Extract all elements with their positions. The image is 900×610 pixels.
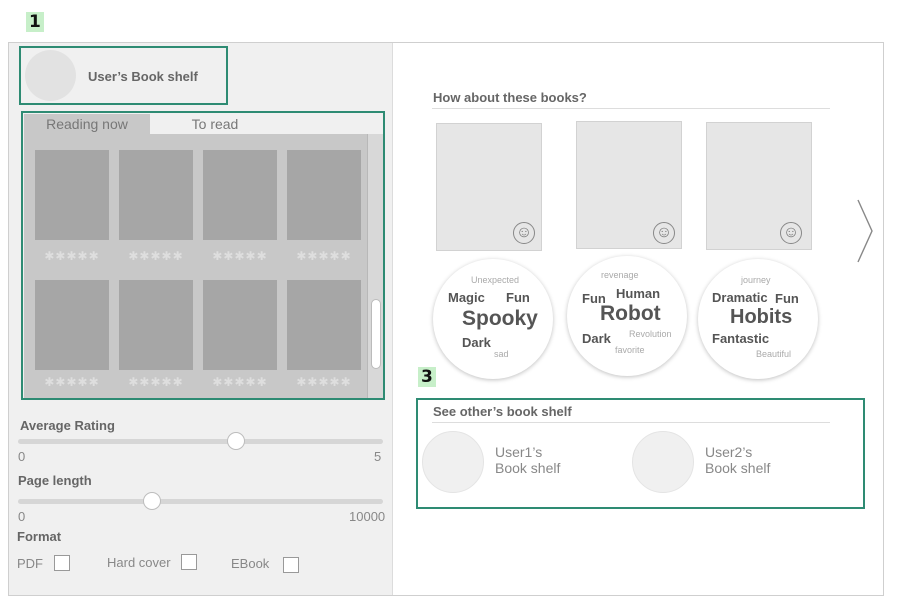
length-min: 0 — [18, 509, 26, 524]
user1-shelf-label: Book shelf — [495, 460, 561, 476]
ebook-checkbox[interactable] — [283, 557, 299, 573]
user1-name: User1’s — [495, 444, 543, 460]
length-slider-track[interactable] — [18, 499, 383, 504]
annotation-1: 1 — [26, 12, 44, 32]
smiley-icon[interactable]: ☺ — [780, 222, 802, 244]
user1-shelf-link[interactable]: User1’s Book shelf — [495, 444, 560, 476]
pdf-checkbox[interactable] — [54, 555, 70, 571]
rating-max: 5 — [374, 449, 382, 464]
cloud-word: Magic — [448, 290, 485, 305]
length-max: 10000 — [349, 509, 386, 524]
word-cloud: journey Dramatic Fun Hobits Fantastic Be… — [698, 259, 818, 379]
cloud-word: Fantastic — [712, 331, 770, 346]
length-slider-knob[interactable] — [143, 492, 161, 510]
cloud-word: Fun — [775, 291, 799, 306]
cloud-word: Beautiful — [756, 349, 792, 359]
shelf-highlight — [21, 111, 385, 400]
chevron-right-icon[interactable] — [855, 198, 875, 264]
format-hardcover-label: Hard cover — [107, 555, 171, 570]
user2-avatar-icon[interactable] — [632, 431, 694, 493]
word-cloud: Unexpected Magic Fun Spooky Dark sad — [433, 259, 553, 379]
user2-shelf-label: Book shelf — [705, 460, 771, 476]
cloud-word: sad — [494, 349, 509, 359]
rating-label: Average Rating — [20, 418, 115, 433]
format-pdf-label: PDF — [17, 556, 43, 571]
user-shelf-title[interactable]: User’s Book shelf — [88, 69, 198, 84]
user2-shelf-link[interactable]: User2’s Book shelf — [705, 444, 770, 476]
cloud-word: journey — [741, 275, 771, 285]
divider — [432, 108, 830, 109]
user1-avatar-icon[interactable] — [422, 431, 484, 493]
annotation-3: 3 — [418, 367, 436, 387]
user2-name: User2’s — [705, 444, 753, 460]
rating-slider-knob[interactable] — [227, 432, 245, 450]
cloud-word: Human — [616, 286, 661, 301]
cloud-word: Dramatic — [712, 290, 768, 305]
smiley-icon[interactable]: ☺ — [513, 222, 535, 244]
cloud-word: Robot — [600, 302, 661, 325]
length-label: Page length — [18, 473, 92, 488]
smiley-icon[interactable]: ☺ — [653, 222, 675, 244]
format-ebook-label: EBook — [231, 556, 270, 571]
cloud-word: Dark — [462, 335, 491, 350]
cloud-word: Dark — [582, 331, 611, 346]
divider — [432, 422, 830, 423]
rating-slider-track[interactable] — [18, 439, 383, 444]
cloud-word: revenage — [601, 270, 639, 280]
user-avatar-icon[interactable] — [25, 50, 76, 101]
others-title: See other’s book shelf — [433, 404, 572, 419]
cloud-word: Fun — [506, 290, 530, 305]
cloud-word: Hobits — [730, 306, 793, 328]
rating-min: 0 — [18, 449, 26, 464]
format-label: Format — [17, 529, 62, 544]
cloud-word: favorite — [615, 345, 645, 355]
cloud-word: Revolution — [629, 329, 672, 339]
hardcover-checkbox[interactable] — [181, 554, 197, 570]
cloud-word: Spooky — [462, 307, 538, 330]
cloud-word: Unexpected — [471, 275, 520, 285]
word-cloud: revenage Fun Human Robot Dark Revolution… — [567, 256, 687, 376]
recommend-title: How about these books? — [433, 90, 587, 105]
